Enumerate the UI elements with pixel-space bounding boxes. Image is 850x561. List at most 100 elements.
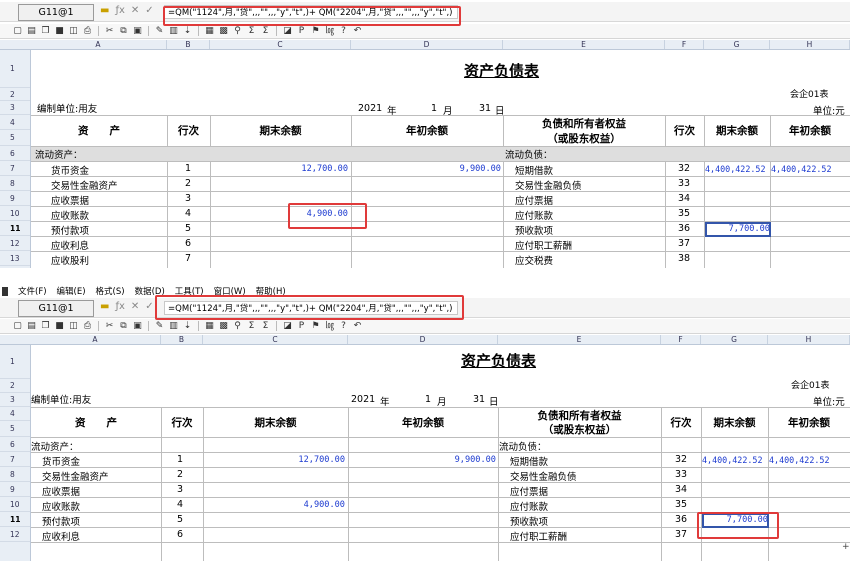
sum-col-icon[interactable]: Σ (260, 321, 271, 332)
row-header-1[interactable]: 1 (0, 345, 30, 379)
row-header-4[interactable]: 4 (0, 407, 30, 421)
row-header-8[interactable]: 8 (0, 176, 30, 191)
format-painter-icon[interactable]: ✎ (154, 321, 165, 332)
grid-icon[interactable]: ▩ (218, 26, 229, 37)
liability-end-value[interactable]: 4,400,422.52 (701, 455, 768, 465)
flag-icon[interactable]: ⚑ (310, 321, 321, 332)
liability-end-value[interactable]: 4,400,422.52 (704, 164, 770, 174)
paste-icon[interactable]: ▣ (132, 26, 143, 37)
binoculars-icon[interactable]: ⚲ (232, 26, 243, 37)
copy-doc-icon[interactable]: ❐ (40, 26, 51, 37)
chart-icon[interactable]: ▥ (168, 321, 179, 332)
open-folder-icon[interactable]: ▤ (26, 26, 37, 37)
print-preview-icon[interactable]: ◫ (68, 321, 79, 332)
column-header-d[interactable]: D (351, 40, 503, 49)
column-header-d[interactable]: D (348, 335, 498, 344)
table-icon[interactable]: ▦ (204, 321, 215, 332)
row-header-1[interactable]: 1 (0, 50, 30, 88)
row-header-9[interactable]: 9 (0, 191, 30, 206)
column-header-g[interactable]: G (704, 40, 770, 49)
row-header-10[interactable]: 10 (0, 497, 30, 512)
row-header-6[interactable]: 6 (0, 146, 30, 161)
asset-begin-value[interactable]: 9,900.00 (351, 164, 501, 174)
row-header-12[interactable]: 12 (0, 236, 30, 251)
sum-icon[interactable]: Σ (246, 26, 257, 37)
paste-icon[interactable]: ▣ (132, 321, 143, 332)
row-header-11[interactable]: 11 (0, 221, 30, 236)
column-header-a[interactable]: A (30, 335, 161, 344)
row-header-5[interactable]: 5 (0, 130, 30, 146)
cancel-icon[interactable]: ✕ (131, 301, 139, 312)
menu-format[interactable]: 格式(S) (96, 285, 125, 297)
asset-end-value[interactable]: 12,700.00 (210, 164, 348, 174)
column-header-e[interactable]: E (503, 40, 665, 49)
help-icon[interactable]: ? (338, 26, 349, 37)
selected-cell-g11[interactable] (705, 222, 771, 237)
print-icon[interactable]: ⎙ (82, 321, 93, 332)
help-icon[interactable]: ? (338, 321, 349, 332)
row-header-3[interactable]: 3 (0, 393, 30, 407)
cancel-icon[interactable]: ✕ (131, 5, 139, 16)
save-icon[interactable]: ■ (54, 26, 65, 37)
accept-icon[interactable]: ✓ (145, 5, 153, 16)
log-icon[interactable]: ㏒ (324, 321, 335, 332)
column-header-g[interactable]: G (701, 335, 768, 344)
cut-icon[interactable]: ✂ (104, 321, 115, 332)
column-header-a[interactable]: A (30, 40, 167, 49)
row-header-8[interactable]: 8 (0, 467, 30, 482)
undo-icon[interactable]: ↶ (352, 321, 363, 332)
row-header-5[interactable]: 5 (0, 421, 30, 437)
print-icon[interactable]: ⎙ (82, 26, 93, 37)
row-header-10[interactable]: 10 (0, 206, 30, 221)
column-header-h[interactable]: H (770, 40, 850, 49)
menu-edit[interactable]: 编辑(E) (57, 285, 86, 297)
liability-begin-value[interactable]: 4,400,422.52 (770, 164, 850, 174)
sort-icon[interactable]: ⇣ (182, 321, 193, 332)
sum-col-icon[interactable]: Σ (260, 26, 271, 37)
row-header-4[interactable]: 4 (0, 115, 30, 130)
function-icon[interactable]: ƒx (115, 301, 124, 312)
column-header-f[interactable]: F (665, 40, 704, 49)
chart-wizard-icon[interactable]: ◪ (282, 26, 293, 37)
column-header-f[interactable]: F (661, 335, 701, 344)
chart-wizard-icon[interactable]: ◪ (282, 321, 293, 332)
confirm-icon[interactable]: ▬ (100, 301, 109, 312)
column-header-b[interactable]: B (161, 335, 203, 344)
asset-end-value[interactable]: 12,700.00 (203, 455, 345, 465)
column-header-e[interactable]: E (498, 335, 661, 344)
function-icon[interactable]: ƒx (115, 5, 124, 16)
copy-icon[interactable]: ⧉ (118, 321, 129, 332)
copy-doc-icon[interactable]: ❐ (40, 321, 51, 332)
row-header-2[interactable]: 2 (0, 88, 30, 101)
open-folder-icon[interactable]: ▤ (26, 321, 37, 332)
row-header-13[interactable]: 13 (0, 251, 30, 266)
undo-icon[interactable]: ↶ (352, 26, 363, 37)
menu-file[interactable]: 文件(F) (18, 285, 47, 297)
row-header-11[interactable]: 11 (0, 512, 30, 527)
p-icon[interactable]: P (296, 321, 307, 332)
asset-end-value[interactable]: 4,900.00 (203, 500, 345, 510)
flag-icon[interactable]: ⚑ (310, 26, 321, 37)
save-icon[interactable]: ■ (54, 321, 65, 332)
row-header-7[interactable]: 7 (0, 452, 30, 467)
row-header-2[interactable]: 2 (0, 379, 30, 393)
row-header-9[interactable]: 9 (0, 482, 30, 497)
format-painter-icon[interactable]: ✎ (154, 26, 165, 37)
row-header-6[interactable]: 6 (0, 437, 30, 452)
sum-icon[interactable]: Σ (246, 321, 257, 332)
liability-begin-value[interactable]: 4,400,422.52 (768, 455, 850, 465)
column-header-c[interactable]: C (203, 335, 348, 344)
cut-icon[interactable]: ✂ (104, 26, 115, 37)
p-icon[interactable]: P (296, 26, 307, 37)
new-file-icon[interactable]: ▢ (12, 26, 23, 37)
new-file-icon[interactable]: ▢ (12, 321, 23, 332)
column-header-h[interactable]: H (768, 335, 850, 344)
sort-icon[interactable]: ⇣ (182, 26, 193, 37)
log-icon[interactable]: ㏒ (324, 26, 335, 37)
copy-icon[interactable]: ⧉ (118, 26, 129, 37)
column-header-c[interactable]: C (210, 40, 351, 49)
accept-icon[interactable]: ✓ (145, 301, 153, 312)
chart-icon[interactable]: ▥ (168, 26, 179, 37)
print-preview-icon[interactable]: ◫ (68, 26, 79, 37)
row-header-12[interactable]: 12 (0, 527, 30, 542)
